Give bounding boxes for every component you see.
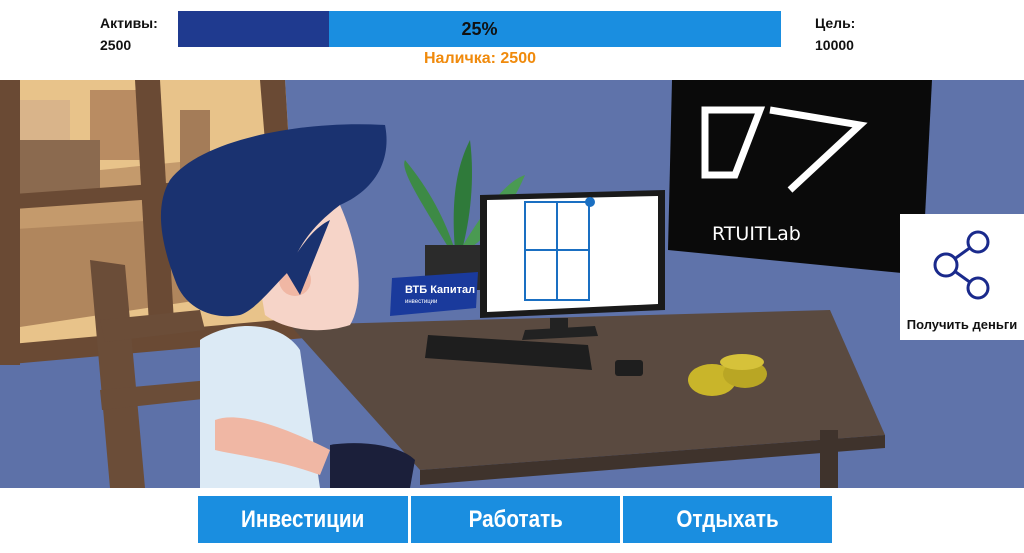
scene-illustration: RTUITLab ВТБ Капитал инвестиции: [0, 80, 1024, 488]
rest-button[interactable]: Отдыхать: [623, 496, 832, 543]
cash-text: Наличка: 2500: [423, 50, 536, 67]
mouse: [615, 360, 643, 376]
work-button-label: Работать: [468, 505, 563, 533]
svg-text:ВТБ Капитал: ВТБ Капитал: [405, 284, 475, 296]
goal-label: Цель:: [815, 15, 856, 31]
bottom-nav: Инвестиции Работать Отдыхать: [0, 488, 1024, 553]
assets-label: Активы:: [100, 15, 158, 31]
office-scene: RTUITLab ВТБ Капитал инвестиции: [0, 80, 1024, 488]
get-money-button[interactable]: Получить деньги: [900, 214, 1024, 340]
game-screen: Активы: 2500 25% Цель: 10000 Наличка: 25…: [0, 0, 1024, 553]
svg-text:инвестиции: инвестиции: [405, 299, 437, 305]
share-icon: [933, 230, 990, 300]
goal-progress-bar: 25%: [178, 11, 781, 47]
rtuitlab-poster: RTUITLab: [668, 80, 932, 275]
get-money-label: Получить деньги: [906, 317, 1018, 332]
invest-button[interactable]: Инвестиции: [198, 496, 408, 543]
top-hud: Активы: 2500 25% Цель: 10000 Наличка: 25…: [0, 0, 1024, 80]
poster-brand: RTUITLab: [712, 223, 801, 245]
invest-button-label: Инвестиции: [241, 505, 365, 533]
rest-button-label: Отдыхать: [676, 505, 779, 533]
work-button[interactable]: Работать: [411, 496, 620, 543]
goal-progress-text: 25%: [461, 18, 498, 39]
